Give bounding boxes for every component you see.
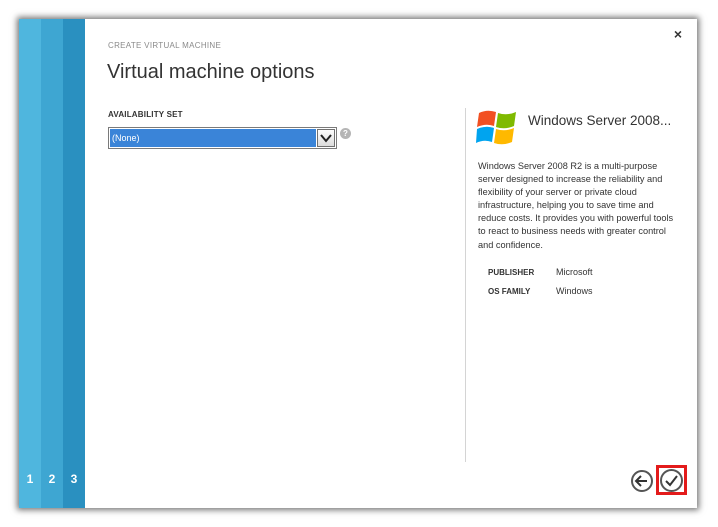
panel-divider <box>465 108 466 462</box>
confirm-button[interactable] <box>660 469 683 492</box>
os-description: Windows Server 2008 R2 is a multi-purpos… <box>478 161 674 250</box>
availability-set-select[interactable]: (None) <box>108 127 337 149</box>
checkmark-icon <box>665 475 678 487</box>
step-band-1 <box>19 19 41 508</box>
chevron-down-icon[interactable] <box>317 129 335 147</box>
meta-value: Windows <box>556 286 593 296</box>
availability-set-label: AVAILABILITY SET <box>108 110 183 119</box>
step-3[interactable]: 3 <box>63 472 85 486</box>
page-title: Virtual machine options <box>107 61 315 83</box>
arrow-left-icon <box>634 475 647 487</box>
step-1[interactable]: 1 <box>19 472 41 486</box>
back-button[interactable] <box>631 470 653 492</box>
meta-key: PUBLISHER <box>488 268 535 277</box>
close-icon[interactable]: × <box>671 27 685 41</box>
dialog-subtitle: CREATE VIRTUAL MACHINE <box>108 41 222 50</box>
meta-key: OS FAMILY <box>488 287 531 296</box>
availability-set-value: (None) <box>110 129 316 147</box>
help-icon[interactable]: ? <box>340 128 351 139</box>
step-band-2 <box>41 19 63 508</box>
step-band-3 <box>63 19 85 508</box>
dialog-window: 1 2 3 × CREATE VIRTUAL MACHINE Virtual m… <box>19 19 697 508</box>
windows-logo-icon <box>476 107 522 147</box>
os-name: Windows Server 2008... <box>528 113 672 128</box>
meta-value: Microsoft <box>556 267 593 277</box>
step-2[interactable]: 2 <box>41 472 63 486</box>
step-rail: 1 2 3 <box>19 19 85 508</box>
